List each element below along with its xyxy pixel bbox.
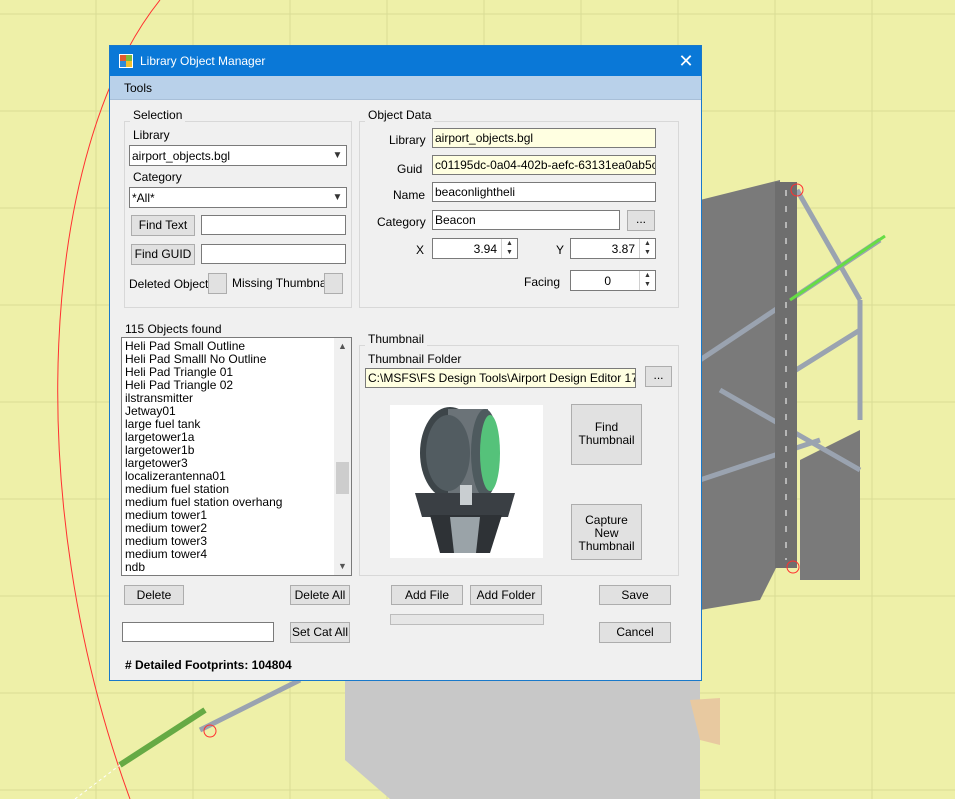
find-thumbnail-label-2: Thumbnail xyxy=(578,433,635,447)
app-window-icon xyxy=(119,54,133,68)
guid-field[interactable]: c01195dc-0a04-402b-aefc-63131ea0ab5c xyxy=(432,155,656,175)
chevron-down-icon: ▼ xyxy=(332,192,343,203)
spin-down-icon[interactable]: ▼ xyxy=(502,248,517,257)
thumbnail-group-label: Thumbnail xyxy=(365,332,428,346)
x-value: 3.94 xyxy=(473,242,497,256)
find-thumbnail-button[interactable]: Find Thumbnail xyxy=(571,404,642,465)
deleted-objects-label: Deleted Objects xyxy=(129,277,215,291)
objects-list[interactable]: Heli Pad Small Outline Heli Pad Smalll No… xyxy=(121,337,352,576)
window-title: Library Object Manager xyxy=(140,54,266,68)
capture-thumbnail-label-2: New xyxy=(594,526,619,540)
category-browse-button[interactable]: ... xyxy=(627,210,655,231)
spin-up-icon[interactable]: ▲ xyxy=(640,239,655,248)
object-data-group-label: Object Data xyxy=(365,108,435,122)
menu-tools[interactable]: Tools xyxy=(124,81,152,95)
find-guid-button[interactable]: Find GUID xyxy=(131,244,195,265)
save-button[interactable]: Save xyxy=(599,585,671,605)
spin-up-icon[interactable]: ▲ xyxy=(502,239,517,248)
add-file-button[interactable]: Add File xyxy=(391,585,463,605)
y-label: Y xyxy=(556,243,565,257)
scroll-up-icon[interactable]: ▲ xyxy=(334,338,351,355)
title-bar[interactable]: Library Object Manager ✕ xyxy=(110,46,701,76)
thumbnail-progress-bar xyxy=(390,614,544,625)
missing-thumbnail-toggle[interactable] xyxy=(324,273,343,294)
name-field[interactable]: beaconlightheli xyxy=(432,182,656,202)
thumbnail-folder-field[interactable]: C:\MSFS\FS Design Tools\Airport Design E… xyxy=(365,368,636,388)
facing-label: Facing xyxy=(524,275,561,289)
facing-value: 0 xyxy=(604,274,611,288)
selection-category-label: Category xyxy=(133,170,182,184)
facing-stepper[interactable]: 0 ▲ ▼ xyxy=(570,270,656,291)
menu-bar: Tools xyxy=(110,76,701,100)
chevron-down-icon: ▼ xyxy=(332,150,343,161)
selection-group-label: Selection xyxy=(130,108,186,122)
set-category-input[interactable] xyxy=(122,622,274,642)
x-stepper[interactable]: 3.94 ▲ ▼ xyxy=(432,238,518,259)
x-label: X xyxy=(416,243,425,257)
name-label: Name xyxy=(393,188,426,202)
list-item[interactable]: ndb xyxy=(125,561,145,574)
scroll-down-icon[interactable]: ▼ xyxy=(334,558,351,575)
find-guid-input[interactable] xyxy=(201,244,346,264)
guid-label: Guid xyxy=(397,162,423,176)
spin-down-icon[interactable]: ▼ xyxy=(640,248,655,257)
object-library-label: Library xyxy=(389,133,426,147)
capture-thumbnail-button[interactable]: Capture New Thumbnail xyxy=(571,504,642,560)
category-dropdown-value: *All* xyxy=(132,191,155,205)
y-value: 3.87 xyxy=(611,242,635,256)
category-dropdown[interactable]: *All* ▼ xyxy=(129,187,347,208)
capture-thumbnail-label-3: Thumbnail xyxy=(578,539,635,553)
find-thumbnail-label-1: Find xyxy=(594,420,619,434)
library-object-manager-window: Library Object Manager ✕ Tools Selection… xyxy=(109,45,702,681)
delete-all-button[interactable]: Delete All xyxy=(290,585,350,605)
library-dropdown[interactable]: airport_objects.bgl ▼ xyxy=(129,145,347,166)
objects-list-scrollbar[interactable]: ▲ ▼ xyxy=(334,338,351,575)
thumbnail-preview xyxy=(390,405,543,558)
add-folder-button[interactable]: Add Folder xyxy=(470,585,542,605)
object-category-field[interactable]: Beacon xyxy=(432,210,620,230)
object-category-label: Category xyxy=(377,215,426,229)
detailed-footprints-label: # Detailed Footprints: 104804 xyxy=(125,658,292,672)
close-icon[interactable]: ✕ xyxy=(671,46,701,76)
thumbnail-folder-browse-button[interactable]: ... xyxy=(645,366,672,387)
beacon-light-thumbnail-image xyxy=(415,407,515,553)
spin-down-icon[interactable]: ▼ xyxy=(640,280,655,289)
cancel-button[interactable]: Cancel xyxy=(599,622,671,643)
delete-button[interactable]: Delete xyxy=(124,585,184,605)
find-text-input[interactable] xyxy=(201,215,346,235)
objects-found-label: 115 Objects found xyxy=(125,322,222,336)
find-text-button[interactable]: Find Text xyxy=(131,215,195,236)
spin-up-icon[interactable]: ▲ xyxy=(640,271,655,280)
capture-thumbnail-label-1: Capture xyxy=(585,513,628,527)
set-cat-all-button[interactable]: Set Cat All xyxy=(290,622,350,643)
y-stepper[interactable]: 3.87 ▲ ▼ xyxy=(570,238,656,259)
deleted-objects-toggle[interactable] xyxy=(208,273,227,294)
missing-thumbnail-label: Missing Thumbnail xyxy=(232,276,332,290)
thumbnail-folder-label: Thumbnail Folder xyxy=(368,352,462,366)
library-dropdown-value: airport_objects.bgl xyxy=(132,149,231,163)
object-library-field[interactable]: airport_objects.bgl xyxy=(432,128,656,148)
selection-library-label: Library xyxy=(133,128,170,142)
scrollbar-thumb[interactable] xyxy=(336,462,349,494)
